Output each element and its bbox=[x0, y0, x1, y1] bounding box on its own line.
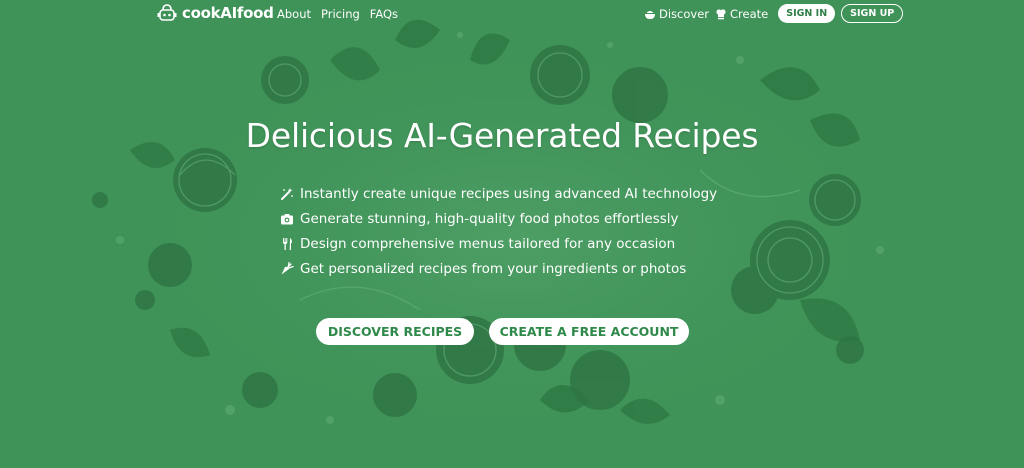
hero-title: Delicious AI-Generated Recipes bbox=[245, 116, 759, 155]
chef-robot-icon bbox=[157, 4, 177, 21]
discover-label: Discover bbox=[659, 6, 710, 21]
sign-up-button[interactable]: SIGN UP bbox=[841, 4, 904, 23]
brand-logo[interactable]: cookAIfood bbox=[157, 4, 274, 22]
hero-section: cookAIfood About Pricing FAQs Discover C… bbox=[0, 0, 1024, 468]
sign-in-button[interactable]: SIGN IN bbox=[778, 4, 836, 23]
magic-wand-icon bbox=[281, 187, 293, 200]
feature-text: Get personalized recipes from your ingre… bbox=[300, 260, 687, 277]
utensils-icon bbox=[283, 237, 292, 250]
create-link[interactable]: Create bbox=[715, 7, 768, 21]
carrot-icon bbox=[281, 261, 294, 274]
account-nav: Discover Create SIGN IN SIGN UP bbox=[644, 4, 904, 23]
camera-icon bbox=[281, 213, 293, 224]
chef-hat-icon bbox=[716, 8, 726, 19]
feature-item: Instantly create unique recipes using ad… bbox=[280, 181, 717, 206]
feature-text: Instantly create unique recipes using ad… bbox=[300, 185, 718, 202]
bowl-icon bbox=[645, 10, 655, 19]
nav-link-about[interactable]: About bbox=[277, 7, 311, 21]
main-nav-links: About Pricing FAQs bbox=[277, 7, 398, 21]
create-label: Create bbox=[730, 6, 769, 21]
feature-text: Design comprehensive menus tailored for … bbox=[300, 235, 676, 252]
discover-link[interactable]: Discover bbox=[644, 7, 709, 21]
top-navigation: cookAIfood About Pricing FAQs Discover C… bbox=[0, 0, 1024, 28]
brand-name: cookAIfood bbox=[182, 4, 274, 22]
nav-link-pricing[interactable]: Pricing bbox=[321, 7, 360, 21]
feature-item: Generate stunning, high-quality food pho… bbox=[280, 206, 717, 231]
feature-list: Instantly create unique recipes using ad… bbox=[280, 181, 717, 281]
nav-link-faqs[interactable]: FAQs bbox=[370, 7, 398, 21]
feature-item: Design comprehensive menus tailored for … bbox=[280, 231, 717, 256]
discover-recipes-button[interactable]: DISCOVER RECIPES bbox=[316, 318, 474, 345]
feature-text: Generate stunning, high-quality food pho… bbox=[300, 210, 679, 227]
create-free-account-button[interactable]: CREATE A FREE ACCOUNT bbox=[489, 318, 689, 345]
feature-item: Get personalized recipes from your ingre… bbox=[280, 256, 717, 281]
